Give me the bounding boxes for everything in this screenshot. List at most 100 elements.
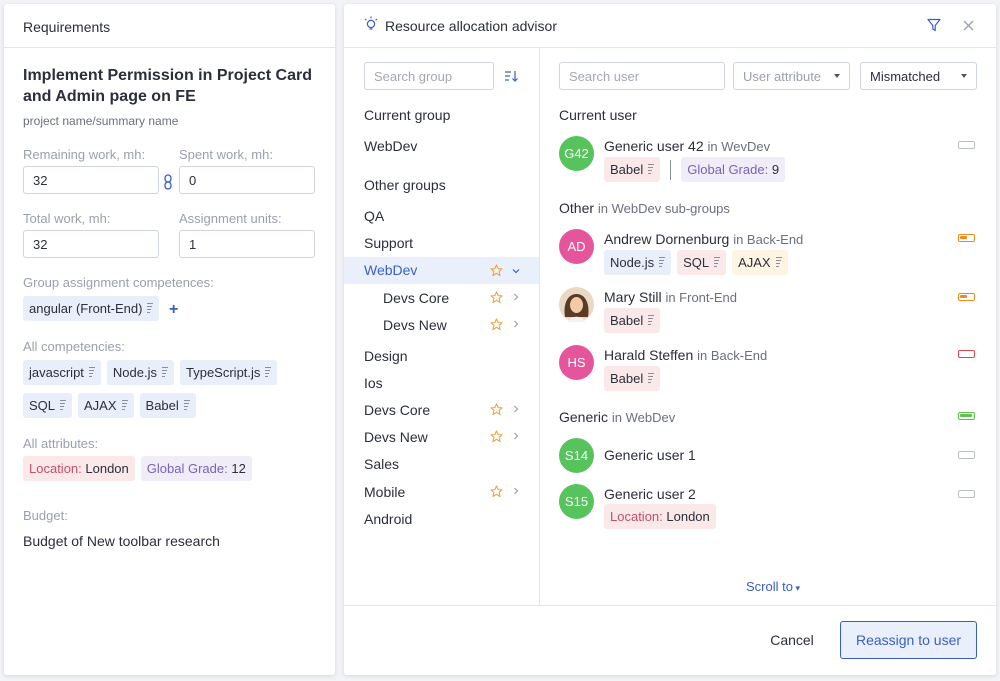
competence-tag: javascript bbox=[23, 360, 101, 385]
all-attributes-label: All attributes: bbox=[23, 436, 99, 451]
competence-tag: Node.js bbox=[604, 250, 672, 275]
level-icon bbox=[162, 366, 168, 379]
group-item[interactable]: Ios bbox=[364, 375, 383, 391]
link-icon[interactable] bbox=[162, 174, 174, 190]
group-item-webdev[interactable]: WebDev bbox=[364, 262, 417, 278]
user-name[interactable]: Generic user 1 bbox=[604, 447, 696, 463]
workload-indicator bbox=[958, 490, 975, 498]
user-name[interactable]: Mary Still in Front-End bbox=[604, 289, 737, 305]
current-group-item[interactable]: WebDev bbox=[364, 138, 417, 154]
other-groups-label: Other groups bbox=[364, 177, 446, 193]
spent-work-label: Spent work, mh: bbox=[179, 147, 273, 162]
current-group-label: Current group bbox=[364, 107, 451, 123]
workload-indicator bbox=[958, 350, 975, 358]
lightbulb-icon bbox=[364, 16, 378, 30]
reassign-button[interactable]: Reassign to user bbox=[840, 621, 977, 659]
add-competence-button[interactable]: + bbox=[169, 301, 178, 319]
location-attribute-tag: Location: London bbox=[604, 504, 716, 529]
user-name[interactable]: Generic user 42 in WevDev bbox=[604, 138, 770, 154]
avatar: G42 bbox=[559, 136, 594, 171]
spent-work-input[interactable]: 0 bbox=[179, 166, 315, 194]
level-icon bbox=[714, 256, 721, 269]
avatar: AD bbox=[559, 229, 594, 264]
group-item[interactable]: Devs New bbox=[364, 429, 428, 445]
chevron-down-icon[interactable] bbox=[512, 267, 520, 275]
competence-tag: SQL bbox=[23, 393, 73, 418]
chevron-right-icon[interactable] bbox=[512, 320, 520, 328]
workload-indicator bbox=[958, 141, 975, 149]
search-user-input[interactable]: Search user bbox=[559, 62, 725, 90]
star-icon[interactable] bbox=[490, 430, 503, 443]
user-tags: Babel Global Grade: 9 bbox=[604, 157, 786, 182]
user-name[interactable]: Andrew Dornenburg in Back-End bbox=[604, 231, 803, 247]
assignment-units-input[interactable]: 1 bbox=[179, 230, 315, 258]
chevron-right-icon[interactable] bbox=[512, 487, 520, 495]
level-icon bbox=[659, 256, 666, 269]
filter-icon[interactable] bbox=[927, 18, 941, 32]
group-item[interactable]: Design bbox=[364, 348, 408, 364]
star-icon[interactable] bbox=[490, 318, 503, 331]
remaining-work-label: Remaining work, mh: bbox=[23, 147, 146, 162]
level-icon bbox=[147, 302, 154, 315]
competence-tag: angular (Front-End) bbox=[23, 296, 160, 321]
competence-tag: Babel bbox=[139, 393, 196, 418]
group-item[interactable]: Sales bbox=[364, 456, 399, 472]
mismatch-filter-select[interactable]: Mismatched bbox=[860, 62, 977, 90]
star-icon[interactable] bbox=[490, 264, 503, 277]
group-item[interactable]: Devs Core bbox=[383, 290, 449, 306]
search-group-input[interactable]: Search group bbox=[364, 62, 494, 90]
total-work-label: Total work, mh: bbox=[23, 211, 111, 226]
group-competences-label: Group assignment competences: bbox=[23, 275, 214, 290]
total-work-input[interactable]: 32 bbox=[23, 230, 159, 258]
star-icon[interactable] bbox=[490, 485, 503, 498]
group-item[interactable]: QA bbox=[364, 208, 384, 224]
group-item[interactable]: Devs Core bbox=[364, 402, 430, 418]
level-icon bbox=[648, 163, 655, 176]
chevron-right-icon[interactable] bbox=[512, 293, 520, 301]
generic-section-title: Generic in WebDev bbox=[559, 409, 676, 425]
competence-tag: TypeScript.js bbox=[180, 360, 278, 385]
remaining-work-input[interactable]: 32 bbox=[23, 166, 159, 194]
scroll-to-link[interactable]: Scroll to ▾ bbox=[746, 579, 800, 594]
group-item[interactable]: Support bbox=[364, 235, 413, 251]
competence-tag: Babel bbox=[604, 308, 661, 333]
star-icon[interactable] bbox=[490, 403, 503, 416]
user-name[interactable]: Harald Steffen in Back-End bbox=[604, 347, 767, 363]
chevron-right-icon[interactable] bbox=[512, 432, 520, 440]
current-user-label: Current user bbox=[559, 107, 637, 123]
chevron-right-icon[interactable] bbox=[512, 405, 520, 413]
task-title: Implement Permission in Project Card and… bbox=[23, 67, 312, 105]
advisor-panel: Resource allocation advisor Search group… bbox=[344, 4, 996, 675]
level-icon bbox=[60, 399, 67, 412]
grade-attribute-tag: Global Grade: 9 bbox=[681, 157, 786, 182]
budget-label: Budget: bbox=[23, 508, 68, 523]
user-tags: Babel bbox=[604, 366, 661, 391]
level-icon bbox=[183, 399, 190, 412]
cancel-button[interactable]: Cancel bbox=[752, 628, 832, 652]
competence-tag: Node.js bbox=[106, 360, 174, 385]
group-item[interactable]: Android bbox=[364, 511, 412, 527]
advisor-header: Resource allocation advisor bbox=[344, 4, 996, 48]
assignment-units-label: Assignment units: bbox=[179, 211, 282, 226]
workload-indicator bbox=[958, 451, 975, 459]
close-icon[interactable] bbox=[963, 20, 974, 31]
sort-icon[interactable] bbox=[504, 70, 519, 82]
avatar: S14 bbox=[559, 438, 594, 473]
level-icon bbox=[648, 372, 655, 385]
competence-tag: SQL bbox=[677, 250, 727, 275]
star-icon[interactable] bbox=[490, 291, 503, 304]
grade-attribute-tag: Global Grade: 12 bbox=[140, 456, 252, 481]
group-item[interactable]: Devs New bbox=[383, 317, 447, 333]
workload-indicator bbox=[958, 293, 975, 301]
competence-tag: Babel bbox=[604, 366, 661, 391]
other-section-title: Other in WebDev sub-groups bbox=[559, 200, 730, 216]
group-item[interactable]: Mobile bbox=[364, 484, 405, 500]
budget-value: Budget of New toolbar research bbox=[23, 533, 220, 549]
user-attribute-select[interactable]: User attribute bbox=[733, 62, 850, 90]
workload-indicator bbox=[958, 234, 975, 242]
location-attribute-tag: Location: London bbox=[23, 456, 135, 481]
advisor-title: Resource allocation advisor bbox=[385, 18, 557, 34]
user-name[interactable]: Generic user 2 bbox=[604, 486, 696, 502]
level-icon bbox=[775, 256, 782, 269]
requirements-panel: Requirements Implement Permission in Pro… bbox=[4, 4, 335, 675]
